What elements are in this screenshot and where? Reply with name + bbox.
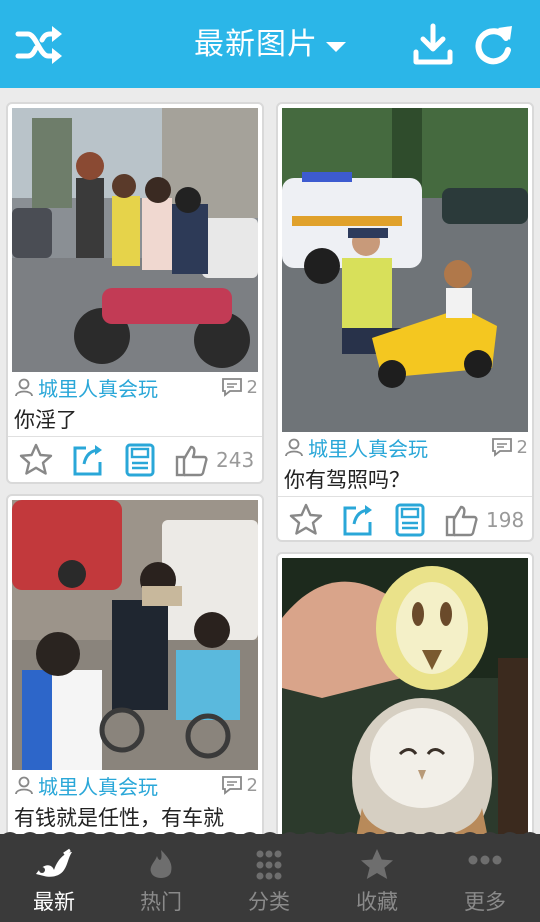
comment-icon [221, 378, 242, 397]
share-icon[interactable] [70, 442, 106, 478]
post-card[interactable] [276, 552, 534, 848]
title-dropdown[interactable]: 最新图片 [150, 20, 390, 70]
comment-count[interactable]: 2 [221, 775, 258, 796]
share-icon[interactable] [340, 502, 376, 538]
post-photo[interactable] [282, 108, 528, 432]
post-actions: 198 [278, 496, 532, 542]
image-feed[interactable]: 城里人真会玩 2 你淫了 243 城里人真会玩 2 你有驾照吗？ 198 城里人… [0, 88, 540, 848]
user-icon [15, 378, 33, 397]
post-card[interactable]: 城里人真会玩 2 有钱就是任性，有车就 [6, 494, 264, 848]
tab-category[interactable]: 分类 [215, 848, 323, 920]
post-card[interactable]: 城里人真会玩 2 你有驾照吗？ 198 [276, 102, 534, 542]
thumbs-up-icon[interactable] [174, 442, 210, 478]
post-caption: 你有驾照吗？ [284, 468, 410, 492]
user-icon [15, 776, 33, 795]
download-icon[interactable] [408, 22, 458, 68]
thumbs-up-icon[interactable] [444, 502, 480, 538]
post-caption: 你淫了 [14, 408, 77, 432]
comment-icon [491, 438, 512, 457]
comment-count-value: 2 [516, 436, 528, 458]
save-icon[interactable] [392, 502, 428, 538]
post-meta: 城里人真会玩 2 [14, 770, 258, 800]
like-count: 198 [486, 507, 525, 532]
post-actions: 243 [8, 436, 262, 482]
comment-count-value: 2 [246, 774, 258, 796]
grid-dots-icon [256, 850, 282, 880]
favorite-star-icon[interactable] [288, 502, 324, 538]
post-photo[interactable] [12, 108, 258, 372]
like-count: 243 [216, 447, 255, 472]
tab-label: 分类 [248, 890, 290, 914]
star-icon [361, 849, 393, 879]
tab-hot[interactable]: 热门 [107, 848, 215, 920]
post-caption: 有钱就是任性，有车就 [14, 806, 224, 830]
favorite-star-icon[interactable] [18, 442, 54, 478]
refresh-icon[interactable] [468, 22, 518, 68]
tab-label: 收藏 [356, 890, 398, 914]
tab-label: 更多 [464, 890, 506, 914]
post-photo[interactable] [12, 500, 258, 770]
post-meta: 城里人真会玩 2 [14, 372, 258, 402]
post-author[interactable]: 城里人真会玩 [308, 433, 428, 462]
comment-count[interactable]: 2 [221, 377, 258, 398]
top-app-bar: 最新图片 [0, 0, 540, 88]
post-meta: 城里人真会玩 2 [284, 432, 528, 462]
bird-icon [36, 848, 72, 877]
flame-icon [150, 850, 172, 878]
tab-more[interactable]: 更多 [431, 848, 539, 920]
post-photo[interactable] [282, 558, 528, 848]
comment-icon [221, 776, 242, 795]
comment-count-value: 2 [246, 376, 258, 398]
comment-count[interactable]: 2 [491, 437, 528, 458]
tab-label: 热门 [140, 890, 182, 914]
post-card[interactable]: 城里人真会玩 2 你淫了 243 [6, 102, 264, 484]
post-author[interactable]: 城里人真会玩 [38, 373, 158, 402]
tab-latest[interactable]: 最新 [0, 848, 108, 920]
page-title: 最新图片 [194, 27, 318, 62]
save-icon[interactable] [122, 442, 158, 478]
post-author[interactable]: 城里人真会玩 [38, 771, 158, 800]
more-dots-icon [468, 855, 502, 865]
user-icon [285, 438, 303, 457]
tab-label: 最新 [33, 890, 75, 914]
tab-favorites[interactable]: 收藏 [323, 848, 431, 920]
chevron-down-icon [326, 42, 346, 52]
shuffle-icon[interactable] [14, 22, 64, 68]
